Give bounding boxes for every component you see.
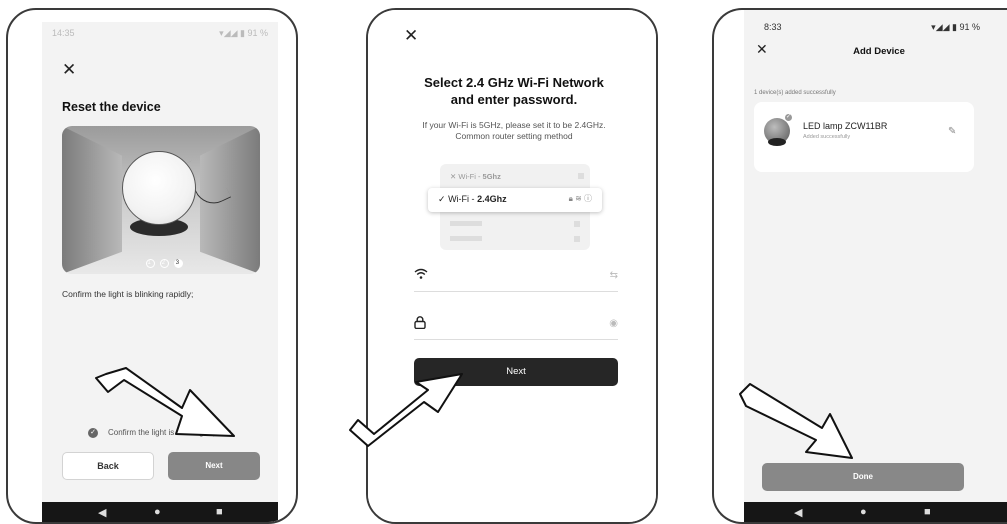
add-device-screen: 8:33 ▾◢◢ ▮ 91 % ✕ Add Device 1 device(s)…	[744, 10, 1007, 522]
confirm-checkbox-row[interactable]: ✓ Confirm the light is blinking rapidly;	[88, 428, 268, 438]
x-mark-icon: ✕	[450, 172, 457, 181]
pager-dot-2[interactable]: 2	[160, 259, 170, 268]
wifi-ssid-field[interactable]: ⇆	[414, 266, 618, 292]
lock-icon	[414, 316, 426, 333]
phone-wifi-setup: ✕ Select 2.4 GHz Wi-Fi Network and enter…	[366, 8, 658, 524]
status-bar: 8:33 ▾◢◢ ▮ 91 %	[744, 10, 1007, 32]
title-line-2: and enter password.	[450, 92, 578, 107]
check-mark-icon: ✓	[438, 194, 446, 204]
nav-back-icon[interactable]: ◀	[98, 506, 106, 519]
placeholder-bar	[450, 236, 482, 241]
tutorial-composite: 14:35 ▾◢◢ ▮ 91 % ✕ Reset the device 1 2 …	[0, 0, 1007, 524]
next-button[interactable]: Next	[168, 452, 260, 480]
wifi-24ghz-prefix: Wi-Fi -	[448, 194, 478, 204]
device-status: Added successfully	[803, 134, 851, 140]
system-nav-bar: ◀ ● ■	[42, 502, 278, 522]
pager-dot-1[interactable]: 1	[146, 259, 155, 268]
edit-pencil-icon[interactable]: ✎	[948, 126, 956, 137]
phone-reset-device: 14:35 ▾◢◢ ▮ 91 % ✕ Reset the device 1 2 …	[6, 8, 298, 524]
instruction-text: Confirm the light is blinking rapidly;	[62, 289, 194, 299]
title-line-1: Select 2.4 GHz Wi-Fi Network	[424, 75, 604, 90]
close-icon[interactable]: ✕	[62, 60, 76, 80]
reset-device-screen: 14:35 ▾◢◢ ▮ 91 % ✕ Reset the device 1 2 …	[42, 22, 278, 522]
done-button[interactable]: Done	[762, 463, 964, 491]
placeholder-square	[574, 221, 580, 227]
device-thumbnail	[764, 118, 790, 146]
nav-recents-icon[interactable]: ■	[216, 506, 223, 518]
wifi-status-icons: 🔒︎ ≋ ⓘ	[568, 194, 592, 203]
image-pager: 1 2 3	[146, 257, 184, 268]
subtitle-line-1: If your Wi-Fi is 5GHz, please set it to …	[422, 120, 606, 130]
placeholder-bar	[450, 221, 482, 226]
status-icons: ▾◢◢ ▮ 91 %	[931, 22, 980, 32]
wifi-password-field[interactable]: ◉	[414, 314, 618, 340]
placeholder-square	[578, 173, 584, 179]
wifi-24ghz-row: ✓ Wi-Fi - 2.4Ghz 🔒︎ ≋ ⓘ	[428, 188, 602, 212]
switch-network-icon[interactable]: ⇆	[610, 270, 618, 281]
status-bar: 14:35 ▾◢◢ ▮ 91 %	[42, 22, 278, 44]
lamp-globe	[122, 151, 196, 225]
wifi-setup-screen: ✕ Select 2.4 GHz Wi-Fi Network and enter…	[368, 10, 656, 522]
device-card[interactable]: ✓ LED lamp ZCW11BR Added successfully ✎	[754, 102, 974, 172]
router-setting-link[interactable]: Common router setting method	[368, 131, 656, 142]
close-icon[interactable]: ✕	[404, 26, 418, 46]
page-title: Select 2.4 GHz Wi-Fi Network and enter p…	[368, 74, 656, 108]
next-button[interactable]: Next	[414, 358, 618, 386]
photo-wall-left	[62, 126, 122, 274]
wifi-illustration: ✕ Wi-Fi - 5Ghz ✓ Wi-Fi - 2.4Ghz 🔒︎ ≋ ⓘ	[428, 164, 602, 250]
status-icons: ▾◢◢ ▮ 91 %	[219, 28, 268, 38]
status-time: 14:35	[52, 28, 75, 38]
wifi-24ghz-band: 2.4Ghz	[477, 194, 507, 204]
placeholder-square	[574, 236, 580, 242]
system-nav-bar: ◀ ● ■	[744, 502, 1007, 522]
wifi-5ghz-row: ✕ Wi-Fi - 5Ghz	[450, 172, 584, 181]
nav-home-icon[interactable]: ●	[860, 506, 867, 518]
lamp-photo: 1 2 3	[62, 126, 260, 274]
nav-recents-icon[interactable]: ■	[924, 506, 931, 518]
nav-back-icon[interactable]: ◀	[794, 506, 802, 519]
confirm-checkbox-label: Confirm the light is blinking rapidly;	[108, 428, 232, 438]
phone-add-device: 8:33 ▾◢◢ ▮ 91 % ✕ Add Device 1 device(s)…	[712, 8, 1007, 524]
nav-home-icon[interactable]: ●	[154, 506, 161, 518]
wifi-5ghz-prefix: Wi-Fi -	[458, 172, 483, 181]
show-password-icon[interactable]: ◉	[609, 318, 618, 329]
subtitle: If your Wi-Fi is 5GHz, please set it to …	[368, 120, 656, 142]
page-title: Reset the device	[62, 100, 161, 114]
status-time: 8:33	[764, 22, 782, 32]
pager-dot-3[interactable]: 3	[174, 259, 184, 268]
wifi-icon	[414, 268, 428, 284]
added-summary: 1 device(s) added successfully	[754, 90, 836, 96]
device-name: LED lamp ZCW11BR	[803, 121, 888, 131]
success-check-icon: ✓	[784, 113, 793, 122]
checkbox-checked-icon[interactable]: ✓	[88, 428, 98, 438]
page-title: Add Device	[853, 46, 905, 57]
wifi-5ghz-band: 5Ghz	[482, 172, 501, 181]
back-button[interactable]: Back	[62, 452, 154, 480]
